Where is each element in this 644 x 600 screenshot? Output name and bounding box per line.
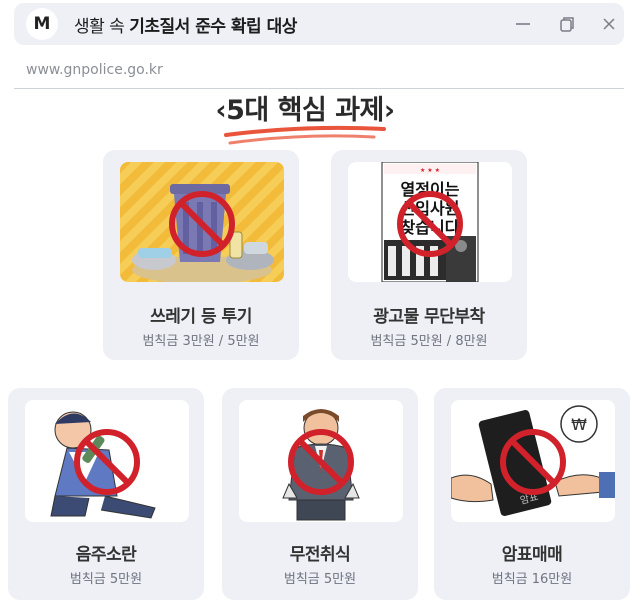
title-bar: M 생활 속 기초질서 준수 확립 대상 (14, 3, 624, 45)
trash-illustration (120, 162, 284, 282)
url-text: www.gnpolice.go.kr (26, 62, 163, 78)
window-title: 생활 속 기초질서 준수 확립 대상 (74, 12, 297, 37)
title-plain: 생활 속 (74, 16, 130, 37)
card-fine: 범칙금 5만원 (69, 572, 143, 587)
scalping-illustration: 암표 ₩ (451, 400, 615, 522)
card-title: 무전취식 (289, 545, 351, 565)
card-flyer[interactable]: ★ ★ ★ 열정이는 신입사원 찾습니다 광고물 무단부착 범칙금 5만원 / … (331, 150, 527, 360)
svg-text:★ ★ ★: ★ ★ ★ (420, 167, 440, 174)
card-fine: 범칙금 5만원 / 8만원 (370, 334, 488, 349)
freeloading-illustration (239, 400, 403, 522)
card-fine: 범칙금 5만원 (283, 572, 357, 587)
card-scalping[interactable]: 암표 ₩ 암표매매 범칙금 16만원 (434, 388, 630, 600)
card-title: 암표매매 (501, 545, 563, 565)
minimize-icon[interactable] (512, 13, 534, 35)
flyer-illustration: ★ ★ ★ 열정이는 신입사원 찾습니다 (348, 162, 512, 282)
card-title: 광고물 무단부착 (373, 307, 485, 327)
card-fine: 범칙금 16만원 (491, 572, 573, 587)
title-bold: 기초질서 준수 확립 대상 (129, 16, 297, 37)
card-title: 쓰레기 등 투기 (150, 307, 252, 327)
card-fine: 범칙금 3만원 / 5만원 (142, 334, 260, 349)
card-trash[interactable]: 쓰레기 등 투기 범칙금 3만원 / 5만원 (103, 150, 299, 360)
heading-underline-decoration (224, 125, 386, 145)
drunk-illustration (25, 400, 189, 522)
avatar-letter: M (33, 14, 51, 34)
card-drunk[interactable]: 음주소란 범칙금 5만원 (8, 388, 204, 600)
address-bar[interactable]: www.gnpolice.go.kr (14, 53, 624, 89)
card-freeloading[interactable]: 무전취식 범칙금 5만원 (222, 388, 418, 600)
close-icon[interactable] (598, 13, 620, 35)
svg-text:₩: ₩ (571, 415, 587, 434)
app-avatar[interactable]: M (26, 8, 58, 40)
restore-icon[interactable] (556, 13, 578, 35)
card-title: 음주소란 (75, 545, 137, 565)
